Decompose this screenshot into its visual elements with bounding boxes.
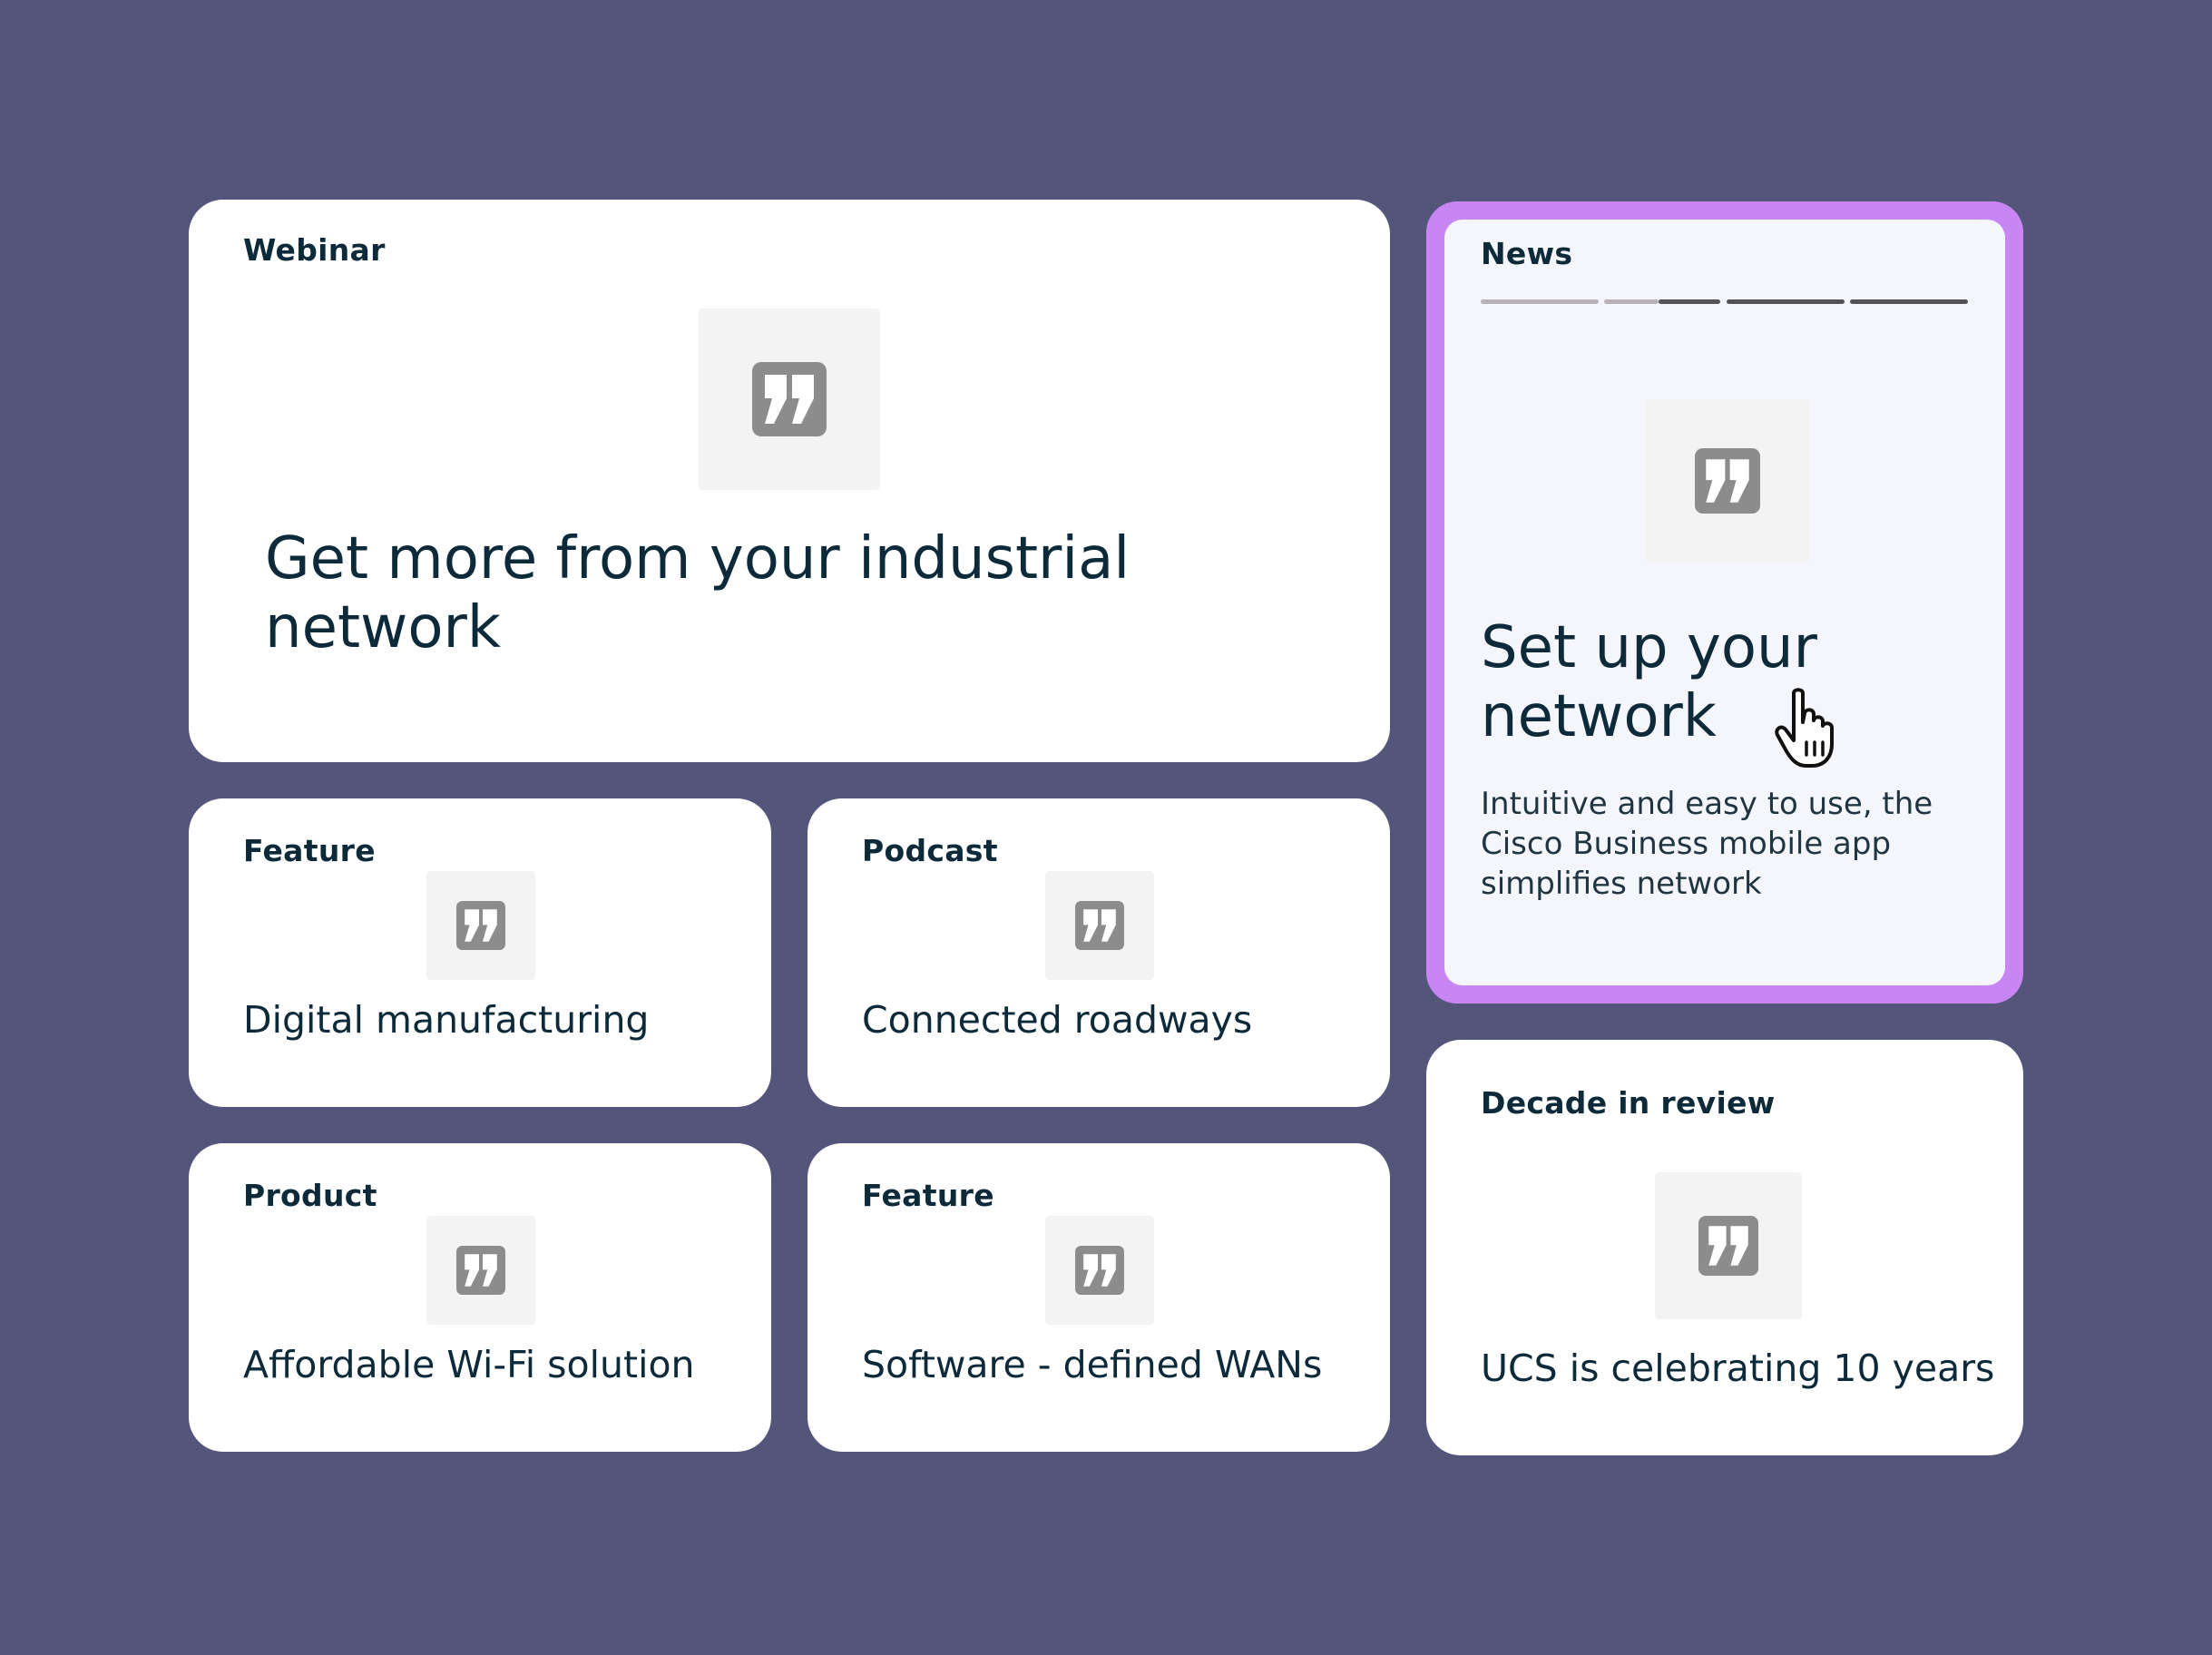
card-tag: Product xyxy=(243,1178,377,1213)
card-thumbnail xyxy=(1045,871,1154,980)
card-thumbnail xyxy=(426,1216,535,1325)
webinar-card[interactable]: Webinar Get more from your industrial ne… xyxy=(189,200,1390,762)
hand-pointer-cursor-icon xyxy=(1775,688,1834,768)
card-title: Affordable Wi-Fi solution xyxy=(243,1343,695,1386)
quote-icon xyxy=(1075,1246,1124,1295)
podcast-card-connected-roadways[interactable]: Podcast Connected roadways xyxy=(807,798,1390,1107)
progress-segment xyxy=(1727,299,1845,304)
quote-icon xyxy=(456,1246,505,1295)
card-tag: Podcast xyxy=(862,833,998,868)
card-description: Intuitive and easy to use, the Cisco Bus… xyxy=(1481,786,1933,902)
card-tag: Feature xyxy=(862,1178,994,1213)
quote-icon xyxy=(1695,448,1760,514)
card-thumbnail xyxy=(426,871,535,980)
card-thumbnail xyxy=(1655,1172,1802,1319)
decade-in-review-card[interactable]: Decade in review UCS is celebrating 10 y… xyxy=(1426,1040,2023,1455)
progress-segment xyxy=(1659,299,1720,304)
card-thumbnail xyxy=(1646,399,1809,563)
feature-card-digital-manufacturing[interactable]: Feature Digital manufacturing xyxy=(189,798,771,1107)
progress-segment xyxy=(1604,299,1659,304)
card-tag: Feature xyxy=(243,833,376,868)
quote-icon xyxy=(1698,1216,1758,1276)
quote-icon xyxy=(456,901,505,950)
card-tag: Decade in review xyxy=(1481,1085,1776,1121)
card-title: UCS is celebrating 10 years xyxy=(1481,1347,1995,1390)
progress-segment xyxy=(1850,299,1968,304)
card-title: Software - defined WANs xyxy=(862,1343,1323,1386)
quote-icon xyxy=(1075,901,1124,950)
news-card[interactable]: News Set up your network Intuitive and e… xyxy=(1444,220,2005,985)
card-title: Get more from your industrial network xyxy=(265,525,1130,661)
card-tag: Webinar xyxy=(243,232,386,268)
feature-card-software-defined-wans[interactable]: Feature Software - defined WANs xyxy=(807,1143,1390,1452)
card-thumbnail xyxy=(1045,1216,1154,1325)
card-tag: News xyxy=(1481,236,1573,271)
card-title: Digital manufacturing xyxy=(243,998,650,1042)
progress-segment xyxy=(1481,299,1599,304)
quote-icon xyxy=(752,362,827,436)
card-thumbnail xyxy=(699,308,880,490)
card-title: Connected roadways xyxy=(862,998,1253,1042)
product-card-affordable-wifi[interactable]: Product Affordable Wi-Fi solution xyxy=(189,1143,771,1452)
